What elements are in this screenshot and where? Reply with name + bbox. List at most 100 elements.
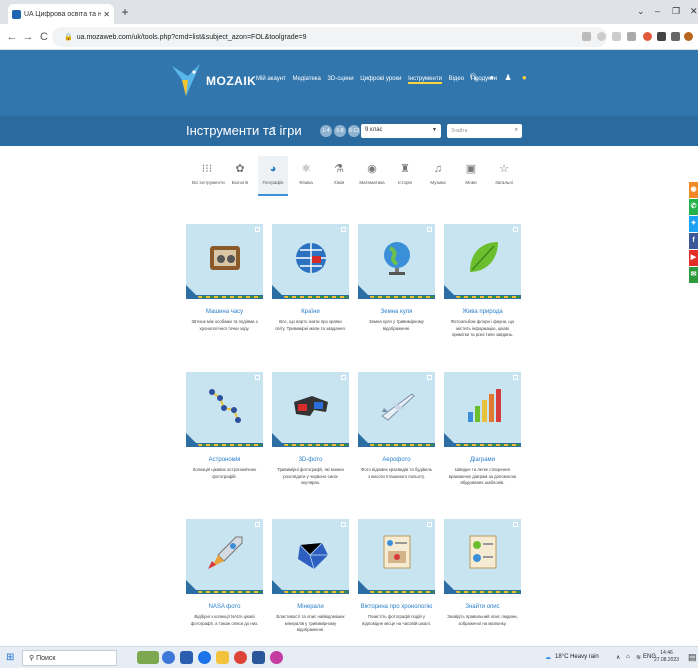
rss-icon[interactable]: ◉ (689, 182, 698, 198)
tool-thumbnail[interactable] (186, 372, 263, 447)
menu-video[interactable]: Відео (449, 76, 465, 82)
expand-icon[interactable] (427, 522, 432, 527)
tool-card[interactable]: Земна куля Земна куля у тривимірному відо… (358, 224, 435, 332)
mail-icon[interactable]: ✉ (689, 267, 698, 283)
menu-tools[interactable]: Інструменти (408, 76, 442, 84)
tool-thumbnail[interactable] (186, 224, 263, 299)
profile-avatar[interactable] (684, 32, 693, 41)
sidepanel-icon[interactable] (671, 32, 680, 41)
tool-card[interactable]: Країни Все, що варто знати про країни сві… (272, 224, 349, 332)
category-music[interactable]: ♫ Музика (423, 156, 453, 196)
back-icon[interactable]: ← (4, 31, 20, 43)
tool-card[interactable]: Мінерали Властивості та опис найвідоміших… (272, 519, 349, 634)
browser-tab[interactable]: UA Цифрова освіта та навчанн ✕ (8, 4, 114, 24)
menu-digital-lessons[interactable]: Цифрові уроки (360, 76, 401, 82)
extensions-puzzle-icon[interactable] (657, 32, 666, 41)
network-icon[interactable]: ⌂ (626, 654, 630, 660)
tool-title[interactable]: Аерофото (358, 457, 435, 463)
expand-icon[interactable] (255, 375, 260, 380)
expand-icon[interactable] (513, 375, 518, 380)
grade-select[interactable]: 9 клас ▼ (361, 124, 441, 138)
edge-icon[interactable] (162, 651, 175, 664)
widget-landscape-icon[interactable] (137, 651, 159, 664)
tool-card[interactable]: Астрономія Колекція цікавих астрономічних… (186, 372, 263, 480)
category-column[interactable]: ♜ Історія (390, 156, 420, 196)
expand-icon[interactable] (427, 227, 432, 232)
whatsapp-icon[interactable]: ✆ (689, 199, 698, 215)
tool-thumbnail[interactable] (358, 519, 435, 594)
mozaik-bird-logo-icon[interactable] (170, 58, 204, 98)
chrome-icon[interactable] (198, 651, 211, 664)
tool-thumbnail[interactable] (186, 519, 263, 594)
close-tab-icon[interactable]: ✕ (103, 10, 110, 19)
menu-media-library[interactable]: Медіатека (292, 76, 320, 82)
category-grid[interactable]: ⁝⁝⁝ Всі інструменти (192, 156, 225, 196)
word-icon[interactable] (252, 651, 265, 664)
tool-title[interactable]: Країни (272, 309, 349, 315)
url-field[interactable]: 🔒 ua.mozaweb.com/uk/tools.php?cmd=list&s… (52, 27, 607, 47)
tool-title[interactable]: Жива природа (444, 309, 521, 315)
forward-icon[interactable]: → (20, 31, 36, 43)
grade-filter-3-icon[interactable]: 9-12 (348, 125, 360, 137)
tool-thumbnail[interactable] (444, 519, 521, 594)
windows-start-icon[interactable]: ⊞ (6, 652, 14, 663)
category-math[interactable]: ◉ Математика (357, 156, 387, 196)
weather-text[interactable]: 18°C Heavy rain (555, 654, 599, 660)
chat-icon[interactable]: ● (489, 73, 494, 82)
extension-icon[interactable] (643, 32, 652, 41)
translate-icon[interactable] (582, 32, 591, 41)
tool-thumbnail[interactable] (272, 372, 349, 447)
tool-thumbnail[interactable] (444, 224, 521, 299)
minimize-icon[interactable]: – (655, 6, 660, 16)
category-plant[interactable]: ✿ Біологія (225, 156, 255, 196)
category-flask[interactable]: ⚗ Хімія (324, 156, 354, 196)
expand-icon[interactable] (341, 522, 346, 527)
new-tab-button[interactable]: + (118, 5, 132, 19)
tool-title[interactable]: Вікторина про хронологію (358, 604, 435, 610)
tool-title[interactable]: Земна куля (358, 309, 435, 315)
zoom-icon[interactable] (597, 32, 606, 41)
tool-card[interactable]: 3D-фото Тривимірні фотографії, які можна … (272, 372, 349, 487)
tool-title[interactable]: Астрономія (186, 457, 263, 463)
tool-title[interactable]: Машина часу (186, 309, 263, 315)
share-icon[interactable] (612, 32, 621, 41)
tool-card[interactable]: Жива природа Фотоальбом флори і фауни, що… (444, 224, 521, 339)
category-atom[interactable]: ⚛ Фізика (291, 156, 321, 196)
expand-icon[interactable] (255, 522, 260, 527)
tool-title[interactable]: 3D-фото (272, 457, 349, 463)
bookmark-star-icon[interactable] (627, 32, 636, 41)
tool-card[interactable]: Знайти опис Знайдіть правильний опис люди… (444, 519, 521, 627)
expand-icon[interactable] (513, 522, 518, 527)
tool-card[interactable]: NASA фото Відбірні з колекції NASA цікаві… (186, 519, 263, 627)
tool-thumbnail[interactable] (358, 224, 435, 299)
search-icon[interactable]: ⌕ (515, 127, 518, 134)
menu-3d-scenes[interactable]: 3D-сцени (328, 76, 354, 82)
tool-card[interactable]: Вікторина про хронологію Помістіть фотогр… (358, 519, 435, 627)
twitter-icon[interactable]: ✦ (689, 216, 698, 232)
tool-card[interactable]: Діаграми Швидке та легке створення вражаю… (444, 372, 521, 487)
tool-title[interactable]: Знайти опис (444, 604, 521, 610)
wifi-icon[interactable]: ≋ (636, 654, 641, 661)
grade-filter-2-icon[interactable]: 5-8 (334, 125, 346, 137)
reload-icon[interactable]: C (36, 31, 52, 43)
category-globe[interactable]: ◕ Географія (258, 156, 288, 196)
file-explorer-icon[interactable] (216, 651, 229, 664)
close-window-icon[interactable]: ✕ (690, 6, 698, 17)
category-star[interactable]: ☆ Загальні (489, 156, 519, 196)
title-dropdown-icon[interactable]: ▼ (270, 126, 277, 133)
tool-card[interactable]: Аерофото Фото відомих краєвидів та будіве… (358, 372, 435, 480)
tool-thumbnail[interactable] (358, 372, 435, 447)
tool-thumbnail[interactable] (444, 372, 521, 447)
search-icon[interactable]: 🔍︎ (469, 73, 479, 82)
brand-name[interactable]: MOZAIK (206, 74, 256, 88)
store-icon[interactable] (180, 651, 193, 664)
expand-icon[interactable] (427, 375, 432, 380)
chevron-down-icon[interactable]: ⌄ (637, 6, 645, 17)
taskbar-search-input[interactable]: ⚲ Поиск (22, 650, 117, 666)
language-flag-icon[interactable]: ● (522, 73, 527, 82)
expand-icon[interactable] (341, 375, 346, 380)
tool-thumbnail[interactable] (272, 519, 349, 594)
clock[interactable]: 14:46 27.08.2023 (654, 650, 679, 664)
youtube-icon[interactable]: ▶ (689, 250, 698, 266)
tool-title[interactable]: Мінерали (272, 604, 349, 610)
